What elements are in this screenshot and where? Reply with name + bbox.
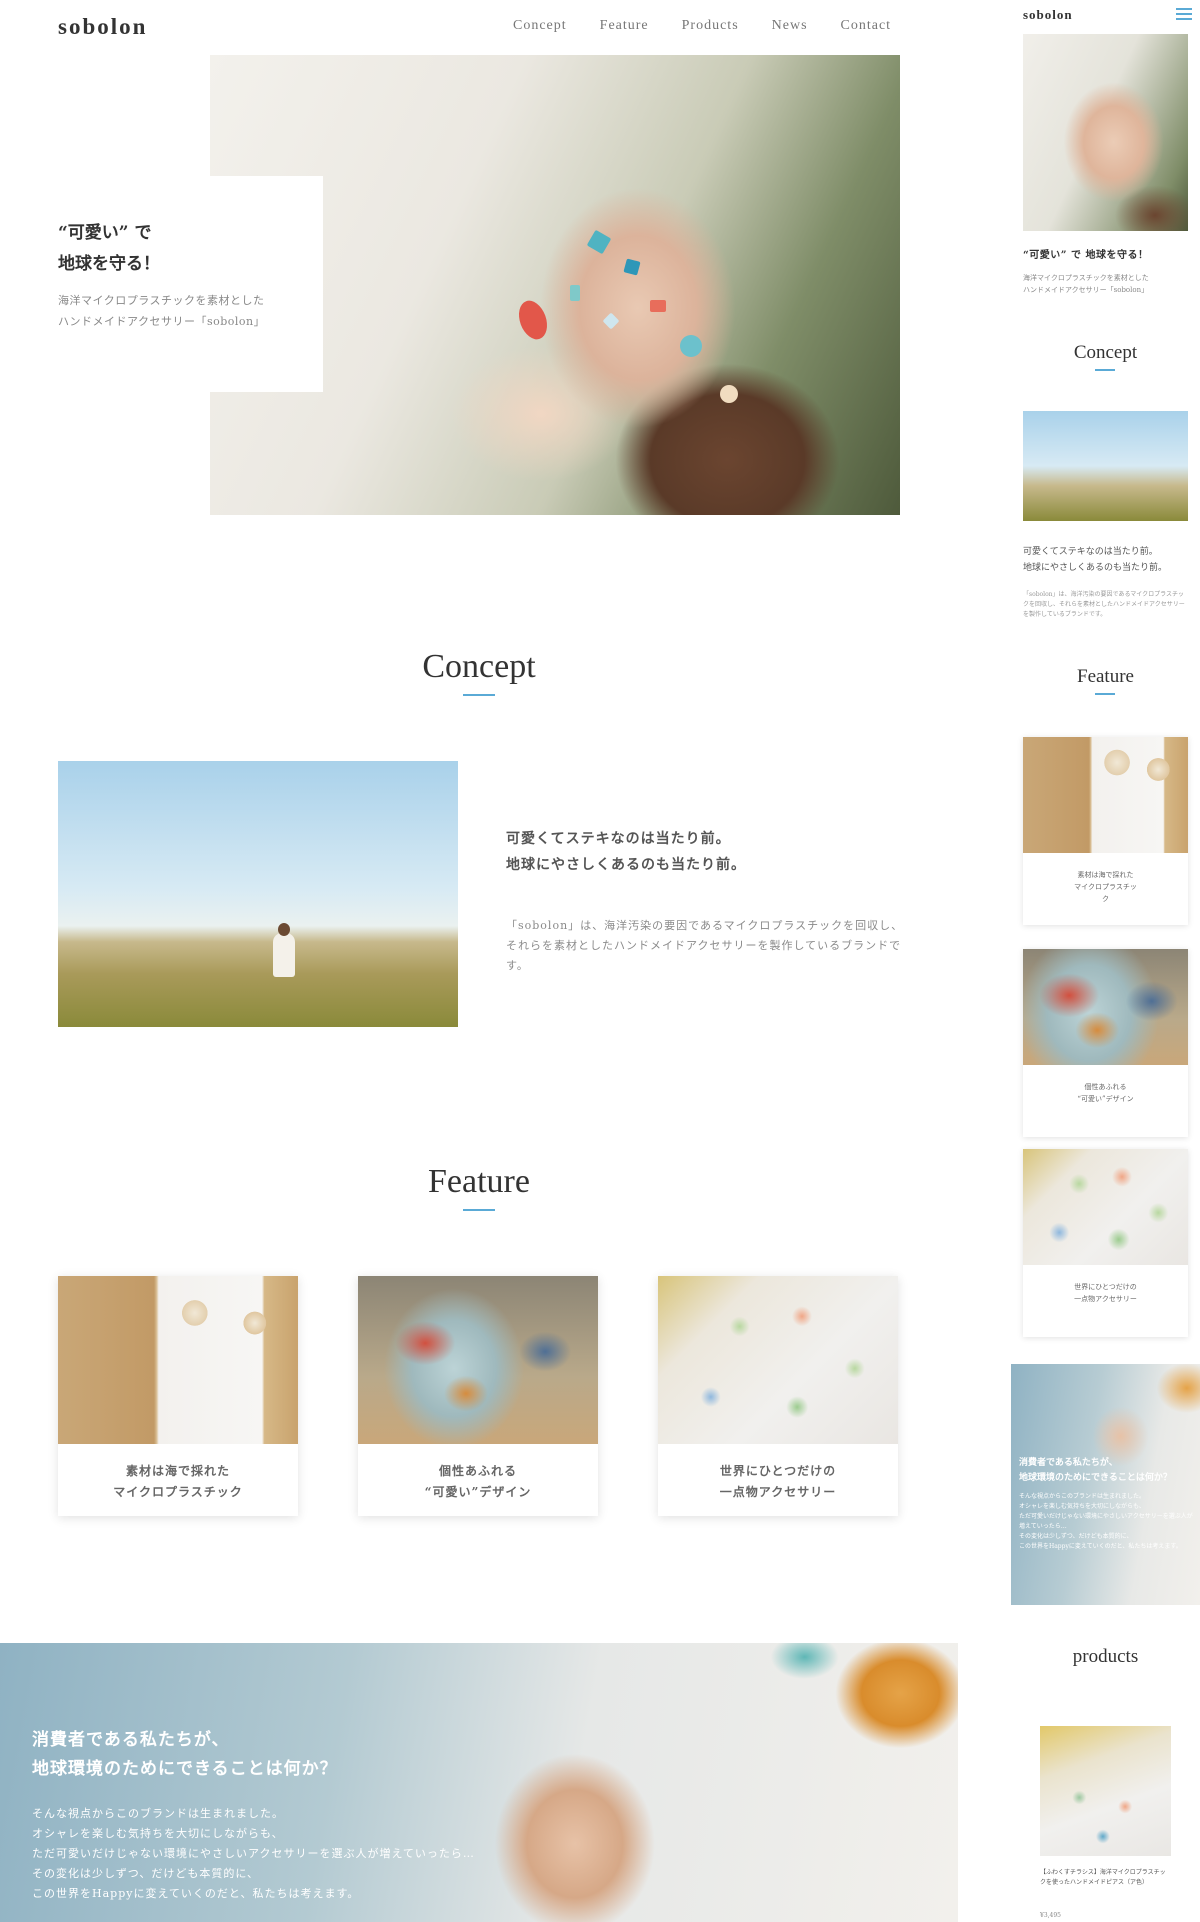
nav-link-products[interactable]: Products <box>682 18 739 34</box>
mobile-concept-image <box>1023 411 1188 521</box>
mobile-product-caption[interactable]: 【ふわくすチラシス】海洋マイクロプラスチックを使ったハンドメイドピアス（ア色） <box>1040 1868 1171 1888</box>
mobile-page: sobolon “可愛い” で 地球を守る！ 海洋マイクロプラスチックを素材とし… <box>1011 0 1200 1922</box>
hero-title: “可愛い” で 地球を守る！ <box>58 223 160 274</box>
feature-card-caption: 個性あふれる “可愛い”デザイン <box>424 1464 532 1499</box>
feature-card-image <box>58 1276 298 1444</box>
site-logo[interactable]: sobolon <box>58 14 147 40</box>
nav-link-concept[interactable]: Concept <box>513 18 567 34</box>
mobile-products-title: products <box>1072 1646 1139 1667</box>
mobile-hero-image <box>1023 34 1188 231</box>
feature-card-caption: 素材は海で採れた マイクロプラスチック <box>113 1464 243 1499</box>
hero-subtitle: 海洋マイクロプラスチックを素材とした ハンドメイドアクセサリー「sobolon」 <box>58 294 266 328</box>
mobile-feature-card-caption: 素材は海で採れた マイクロプラスチッ ク <box>1074 871 1137 903</box>
mobile-concept-heading: 可愛くてステキなのは当たり前。 地球にやさしくあるのも当たり前。 <box>1023 547 1168 573</box>
mobile-feature-title: Feature <box>1077 666 1134 687</box>
mobile-concept-body: 「sobolon」は、海洋汚染の要因であるマイクロプラスチックを回収し、それらを… <box>1023 591 1185 618</box>
mobile-feature-card-image <box>1023 737 1188 853</box>
feature-card-caption: 世界にひとつだけの 一点物アクセサリー <box>719 1464 837 1499</box>
mobile-feature-card[interactable]: 世界にひとつだけの 一点物アクセサリー <box>1023 1149 1188 1337</box>
feature-card-image <box>658 1276 898 1444</box>
mobile-banner-body: そんな視点からこのブランドは生まれました。 オシャレを楽しむ気持ちを大切にしなが… <box>1019 1493 1193 1550</box>
mobile-feature-card-image <box>1023 949 1188 1065</box>
mobile-concept-underline <box>1095 369 1115 371</box>
mobile-feature-underline <box>1095 693 1115 695</box>
concept-section-title: Concept <box>422 648 536 685</box>
mobile-feature-card[interactable]: 個性あふれる “可愛い”デザイン <box>1023 949 1188 1137</box>
nav-link-contact[interactable]: Contact <box>841 18 892 34</box>
mobile-feature-card[interactable]: 素材は海で採れた マイクロプラスチッ ク <box>1023 737 1188 925</box>
banner-body: そんな視点からこのブランドは生まれました。 オシャレを楽しむ気持ちを大切にしなが… <box>32 1807 475 1900</box>
feature-section-title: Feature <box>428 1163 530 1200</box>
message-banner-text: 消費者である私たちが、 地球環境のためにできることは何か？ そんな視点からこのブ… <box>32 1726 552 1904</box>
mobile-site-logo[interactable]: sobolon <box>1023 7 1073 23</box>
concept-body: 「sobolon」は、海洋汚染の要因であるマイクロプラスチックを回収し、それらを… <box>506 919 904 972</box>
hamburger-icon[interactable] <box>1176 8 1192 20</box>
mobile-feature-card-caption: 世界にひとつだけの 一点物アクセサリー <box>1074 1283 1137 1303</box>
feature-card[interactable]: 素材は海で採れた マイクロプラスチック <box>58 1276 298 1516</box>
concept-image <box>58 761 458 1027</box>
concept-person-head <box>278 923 290 936</box>
banner-heading: 消費者である私たちが、 地球環境のためにできることは何か？ <box>32 1730 338 1779</box>
global-nav: Concept Feature Products News Contact <box>513 18 891 34</box>
feature-title-underline <box>463 1209 495 1211</box>
feature-card[interactable]: 世界にひとつだけの 一点物アクセサリー <box>658 1276 898 1516</box>
mobile-feature-card-caption: 個性あふれる “可愛い”デザイン <box>1077 1083 1134 1103</box>
nav-link-news[interactable]: News <box>772 18 808 34</box>
feature-card-image <box>358 1276 598 1444</box>
mobile-hero-title: “可愛い” で 地球を守る！ <box>1023 250 1149 261</box>
desktop-page: sobolon Concept Feature Products News Co… <box>0 0 958 1922</box>
mobile-product-image[interactable] <box>1040 1726 1171 1856</box>
mobile-product-price: ¥3,495 <box>1040 1912 1061 1919</box>
mobile-hero-subtitle: 海洋マイクロプラスチックを素材とした ハンドメイドアクセサリー「sobolon」 <box>1023 274 1149 294</box>
feature-card[interactable]: 個性あふれる “可愛い”デザイン <box>358 1276 598 1516</box>
mobile-feature-card-image <box>1023 1149 1188 1265</box>
concept-title-underline <box>463 694 495 696</box>
nav-link-feature[interactable]: Feature <box>600 18 649 34</box>
hero-caption-card: “可愛い” で 地球を守る！ 海洋マイクロプラスチックを素材とした ハンドメイド… <box>58 176 323 392</box>
concept-person-figure <box>273 933 295 977</box>
concept-heading: 可愛くてステキなのは当たり前。 地球にやさしくあるのも当たり前。 <box>506 831 746 873</box>
mobile-concept-title: Concept <box>1073 342 1138 363</box>
mobile-banner-heading: 消費者である私たちが、 地球環境のためにできることは何か？ <box>1019 1458 1172 1483</box>
